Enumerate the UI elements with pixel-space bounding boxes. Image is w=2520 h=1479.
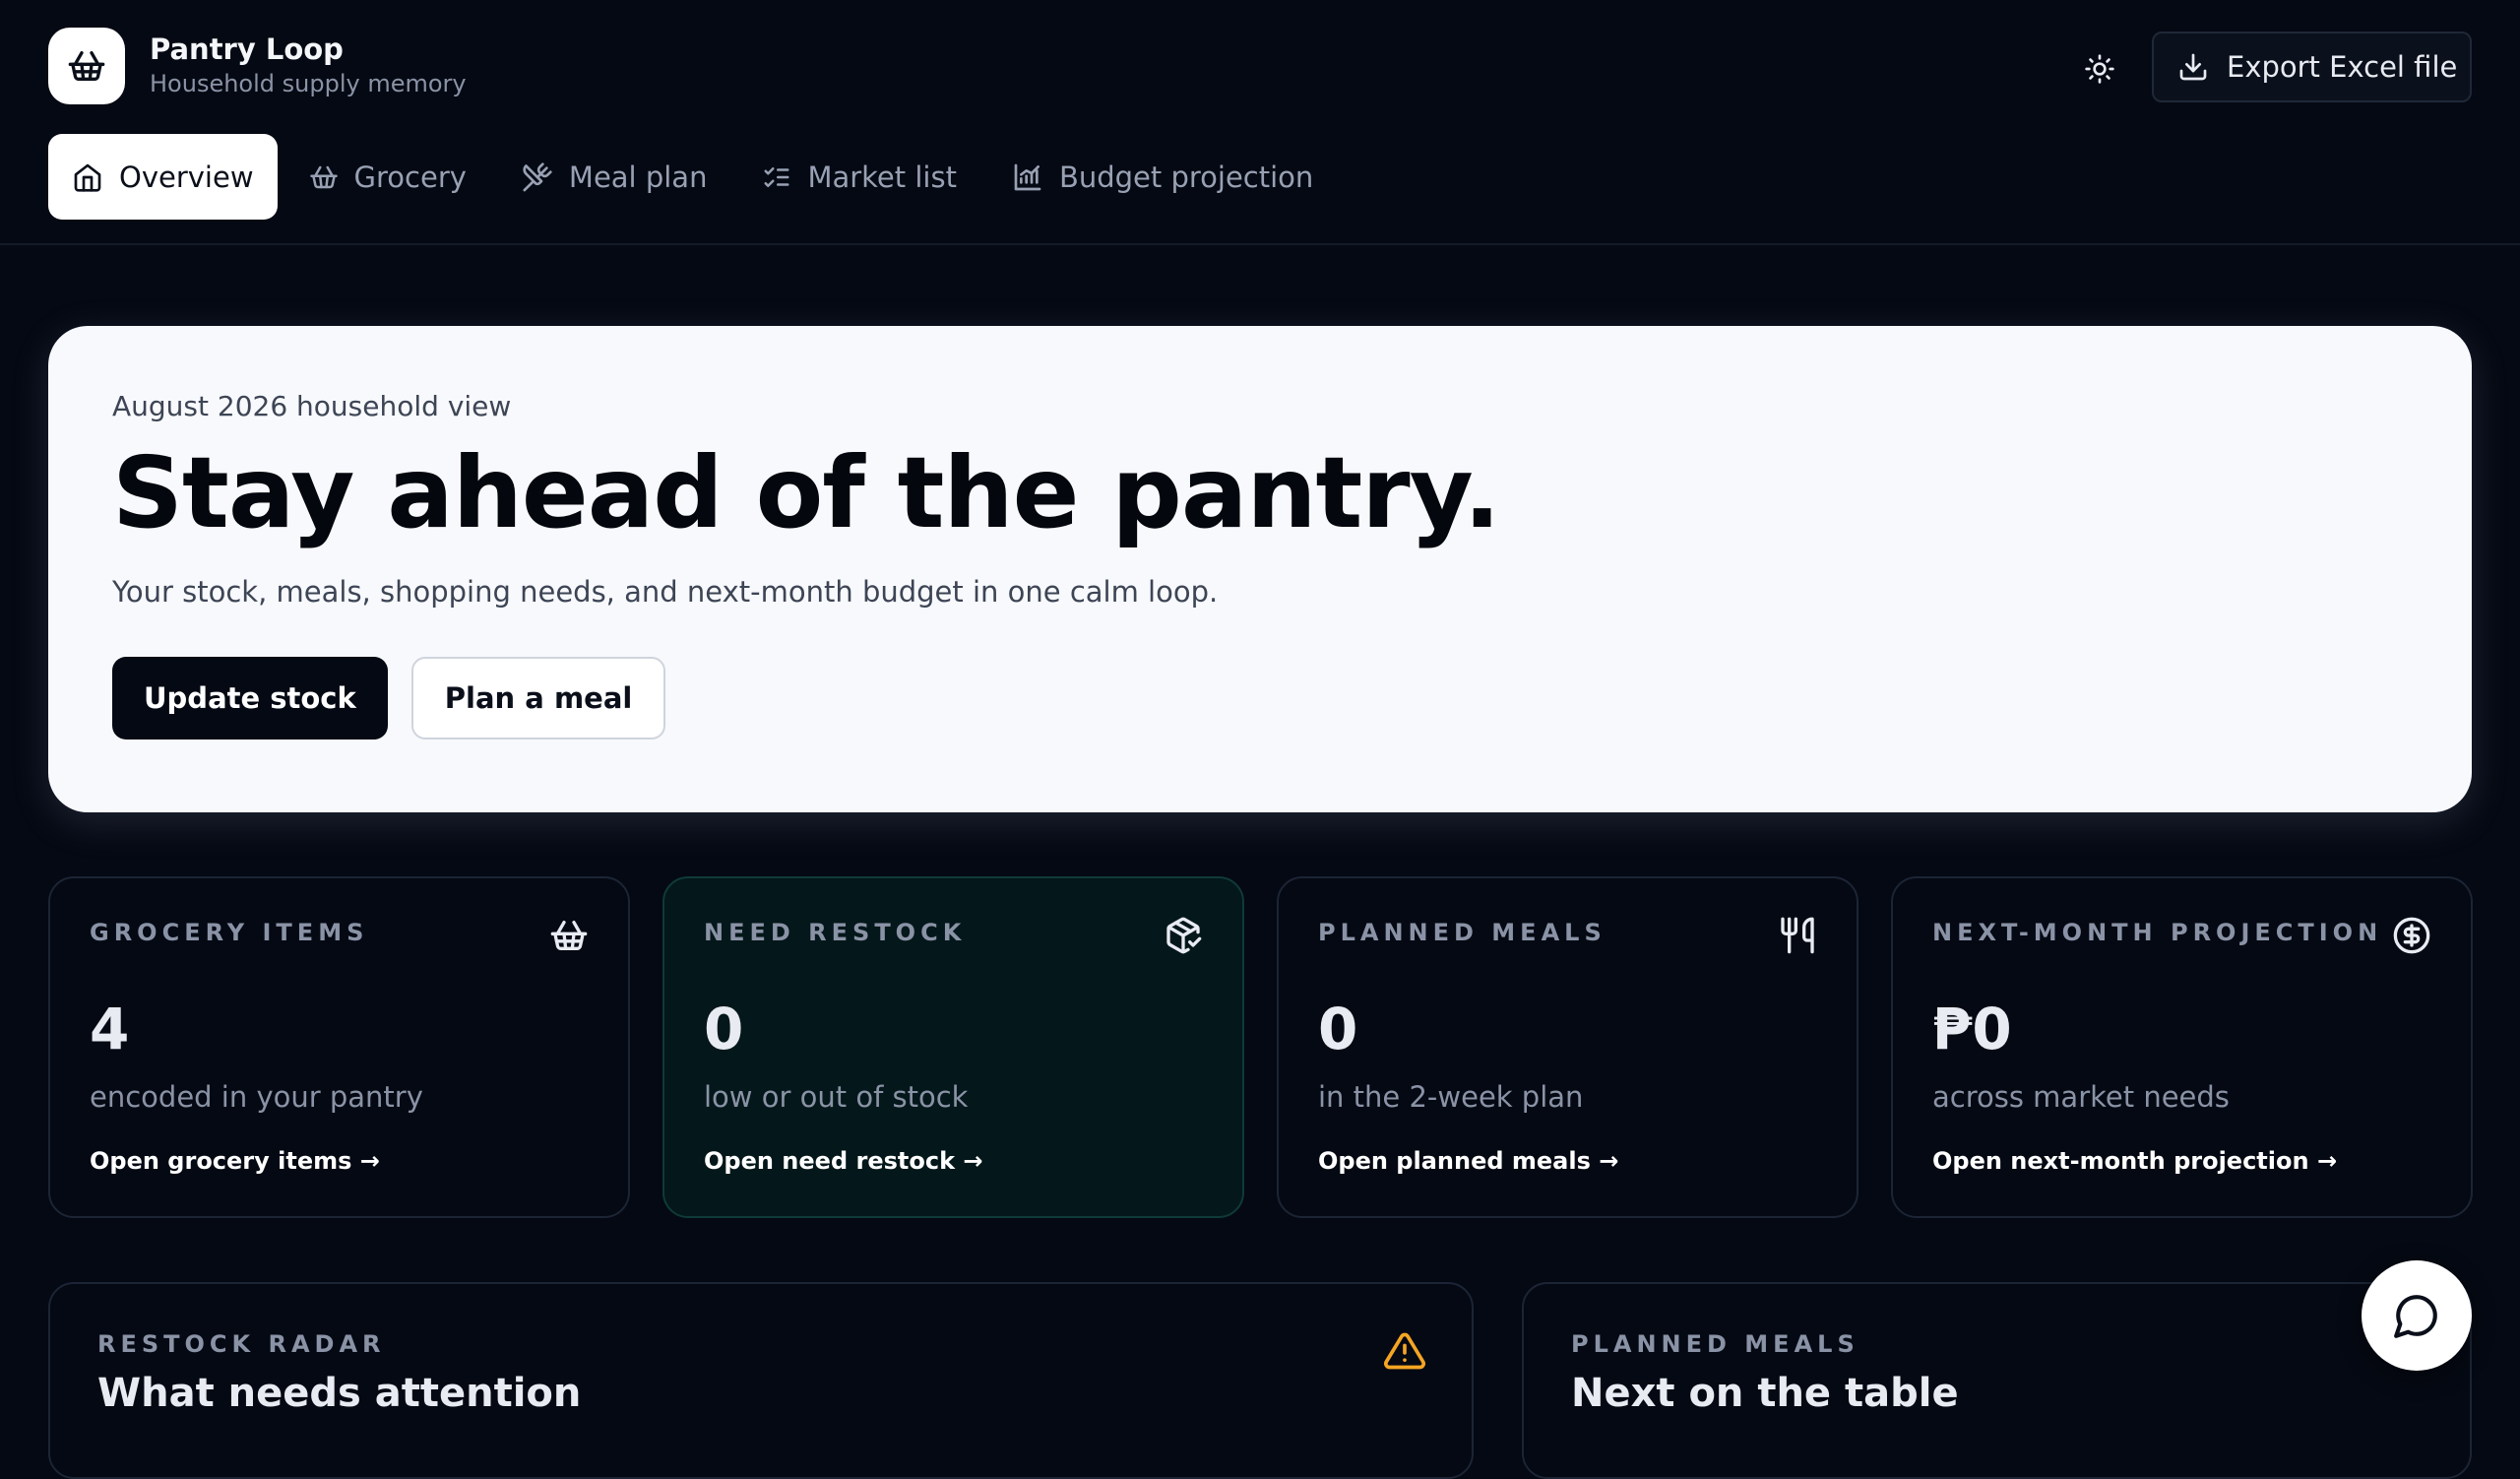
stat-value: ₱0 (1932, 996, 2012, 1062)
export-excel-button[interactable]: Export Excel file (2152, 32, 2472, 102)
stat-cards: GROCERY ITEMS 4 encoded in your pantry O… (48, 876, 2473, 1218)
open-next-month-projection-link[interactable]: Open next-month projection → (1932, 1144, 2431, 1178)
hero-title: Stay ahead of the pantry. (112, 435, 1501, 550)
sun-icon (2084, 53, 2115, 85)
hero-card: August 2026 household view Stay ahead of… (48, 326, 2472, 812)
open-need-restock-link[interactable]: Open need restock → (704, 1144, 1203, 1178)
dollar-circle-icon (2392, 916, 2431, 955)
panel-title: Next on the table (1571, 1371, 1959, 1416)
basket-icon (549, 916, 589, 955)
stat-card-planned-meals[interactable]: PLANNED MEALS 0 in the 2-week plan Open … (1277, 876, 1858, 1218)
utensils-icon (1778, 916, 1817, 955)
stat-description: across market needs (1932, 1080, 2230, 1114)
open-planned-meals-link[interactable]: Open planned meals → (1318, 1144, 1817, 1178)
export-label: Export Excel file (2227, 50, 2458, 84)
stat-label: NEED RESTOCK (704, 919, 967, 946)
panel-title: What needs attention (97, 1371, 582, 1416)
stat-card-grocery-items[interactable]: GROCERY ITEMS 4 encoded in your pantry O… (48, 876, 630, 1218)
stat-label: NEXT-MONTH PROJECTION (1932, 919, 2383, 946)
update-stock-button[interactable]: Update stock (112, 657, 388, 740)
stat-value: 0 (704, 996, 744, 1062)
chat-button[interactable] (2362, 1260, 2472, 1371)
open-grocery-items-link[interactable]: Open grocery items → (90, 1144, 589, 1178)
hero-subtitle: Your stock, meals, shopping needs, and n… (112, 575, 1219, 609)
stat-card-next-month-projection[interactable]: NEXT-MONTH PROJECTION ₱0 across market n… (1891, 876, 2473, 1218)
package-check-icon (1164, 916, 1203, 955)
hero-eyebrow: August 2026 household view (112, 390, 512, 422)
plan-meal-button[interactable]: Plan a meal (410, 657, 666, 740)
planned-meals-panel: PLANNED MEALS Next on the table (1522, 1282, 2472, 1479)
home-icon (72, 161, 103, 193)
panel-label: PLANNED MEALS (1571, 1330, 1859, 1358)
stat-description: encoded in your pantry (90, 1080, 423, 1114)
app-title: Pantry Loop (150, 32, 344, 66)
tab-label: Market list (807, 160, 957, 194)
tab-budget-projection[interactable]: Budget projection (988, 134, 1337, 220)
basket-icon (48, 28, 125, 104)
app-subtitle: Household supply memory (150, 70, 467, 97)
tab-label: Budget projection (1058, 160, 1314, 194)
warning-icon (1383, 1329, 1426, 1373)
tab-meal-plan[interactable]: Meal plan (498, 134, 731, 220)
stat-value: 4 (90, 996, 130, 1062)
chat-bubble-icon (2392, 1291, 2441, 1340)
main-nav: Overview Grocery Meal plan Market list B… (48, 134, 1337, 220)
tab-label: Meal plan (568, 160, 708, 194)
tab-label: Overview (119, 160, 254, 194)
stat-label: GROCERY ITEMS (90, 919, 369, 946)
stat-description: in the 2-week plan (1318, 1080, 1584, 1114)
tab-label: Grocery (353, 160, 467, 194)
tab-grocery[interactable]: Grocery (285, 134, 490, 220)
restock-radar-panel: RESTOCK RADAR What needs attention (48, 1282, 1474, 1479)
brand: Pantry Loop Household supply memory (48, 28, 467, 104)
tab-overview[interactable]: Overview (48, 134, 278, 220)
stat-label: PLANNED MEALS (1318, 919, 1606, 946)
list-checks-icon (762, 162, 791, 192)
download-icon (2177, 51, 2209, 83)
chart-icon (1012, 161, 1043, 193)
app-header: Pantry Loop Household supply memory Expo… (0, 0, 2520, 245)
stat-value: 0 (1318, 996, 1358, 1062)
hero-actions: Update stock Plan a meal (112, 657, 2408, 740)
basket-icon (309, 162, 339, 192)
utensils-crossed-icon (522, 161, 553, 193)
stat-description: low or out of stock (704, 1080, 969, 1114)
stat-card-need-restock[interactable]: NEED RESTOCK 0 low or out of stock Open … (662, 876, 1244, 1218)
tab-market-list[interactable]: Market list (738, 134, 980, 220)
panel-label: RESTOCK RADAR (97, 1330, 386, 1358)
theme-toggle-button[interactable] (2078, 47, 2121, 91)
